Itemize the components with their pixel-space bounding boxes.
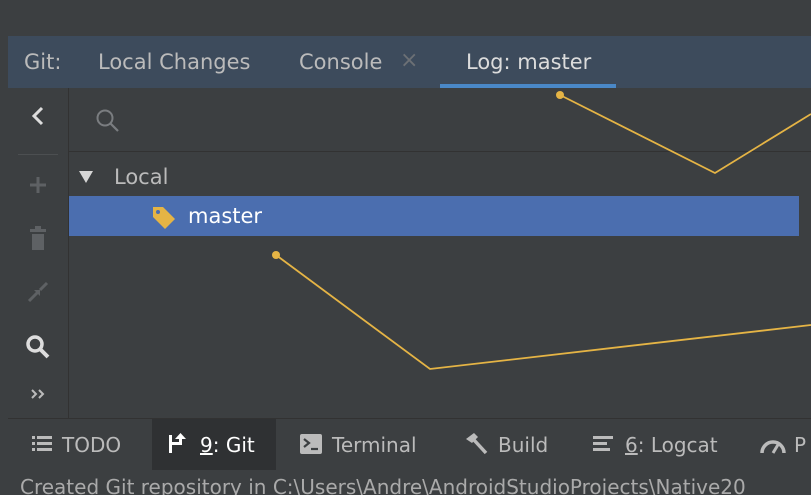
- hammer-icon: [466, 433, 488, 455]
- status-bar: Created Git repository in C:\Users\Andre…: [0, 470, 811, 495]
- git-tabs-label: Git:: [24, 50, 62, 74]
- branch-label: master: [188, 204, 263, 228]
- search-branches-button[interactable]: [8, 334, 68, 366]
- tree-node-label: Local: [114, 165, 169, 189]
- toolbar-divider: [18, 154, 58, 155]
- search-input[interactable]: [129, 102, 793, 138]
- bottom-tab-label: TODO: [62, 433, 122, 457]
- bottom-tab-todo[interactable]: TODO: [32, 419, 121, 471]
- mnemonic: 6: [625, 433, 638, 457]
- terminal-icon: [300, 434, 322, 454]
- bottom-tab-build[interactable]: Build: [464, 419, 548, 471]
- magnifier-icon: [26, 335, 50, 359]
- search-icon: [96, 109, 119, 132]
- more-actions-button[interactable]: [8, 386, 68, 405]
- git-tab-bar: Git: Local Changes Console × Log: master: [8, 36, 811, 88]
- collapse-panel-button[interactable]: [8, 104, 68, 134]
- double-chevron-right-icon: [31, 389, 45, 399]
- bottom-tab-terminal[interactable]: Terminal: [300, 419, 417, 471]
- title-bar: [0, 0, 811, 37]
- branches-panel: Local master: [69, 88, 811, 418]
- profiler-gauge-icon: [760, 440, 786, 454]
- tab-console[interactable]: Console: [299, 36, 382, 88]
- bottom-tab-label: Terminal: [332, 433, 417, 457]
- bottom-tab-profiler[interactable]: P: [760, 419, 806, 471]
- branch-tag-icon: [153, 207, 175, 229]
- tree-node-local[interactable]: Local: [69, 157, 811, 197]
- branch-search-field[interactable]: [69, 88, 811, 152]
- trash-icon: [30, 226, 46, 250]
- bottom-tab-label: P: [794, 433, 807, 457]
- logcat-icon: [593, 436, 613, 451]
- plus-icon: [30, 177, 46, 193]
- bottom-tab-label: : Git: [212, 433, 255, 457]
- chevron-left-icon: [31, 106, 44, 126]
- tab-local-changes[interactable]: Local Changes: [98, 36, 250, 88]
- branch-row-master[interactable]: master: [69, 196, 799, 236]
- bottom-tool-bar: TODO 9: Git Terminal Build 6: Logcat P: [8, 418, 811, 471]
- branches-toolbar: [8, 88, 69, 418]
- bottom-tab-label: Build: [498, 433, 549, 457]
- tab-log-master[interactable]: Log: master: [466, 36, 591, 88]
- bottom-tab-label: : Logcat: [637, 433, 718, 457]
- delete-branch-button[interactable]: [8, 226, 68, 258]
- list-icon: [32, 436, 52, 451]
- merge-arrows-icon: [27, 281, 49, 303]
- vcs-branch-icon: [169, 433, 186, 453]
- bottom-tab-git[interactable]: 9: Git: [152, 419, 276, 471]
- status-message: Created Git repository in C:\Users\Andre…: [20, 475, 746, 495]
- compare-branches-button[interactable]: [8, 280, 68, 310]
- close-icon[interactable]: ×: [400, 36, 418, 88]
- expand-triangle-icon[interactable]: [78, 170, 94, 184]
- new-branch-button[interactable]: [8, 174, 68, 202]
- mnemonic: 9: [200, 433, 213, 457]
